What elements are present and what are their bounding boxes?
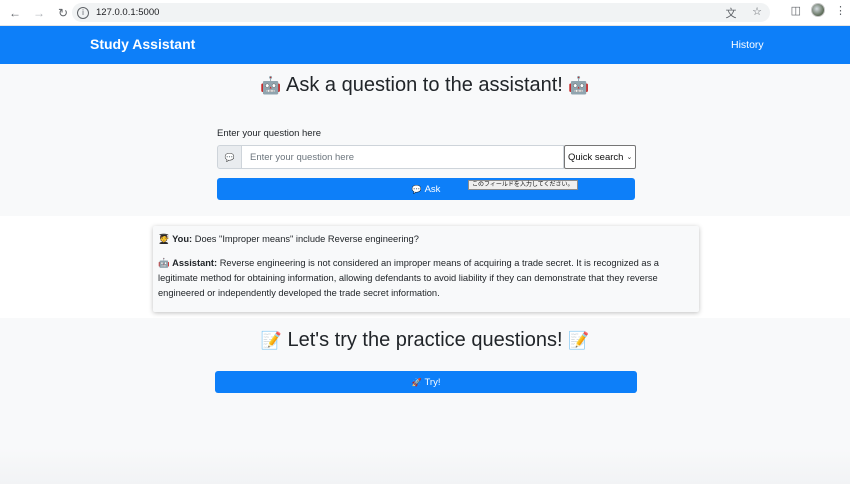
chevron-down-icon: ⌄ <box>626 154 633 161</box>
extensions-icon[interactable]: ◫ <box>791 4 801 17</box>
question-label: Enter your question here <box>217 128 322 139</box>
practice-heading: 📝 Let's try the practice questions! 📝 <box>0 329 850 352</box>
rocket-icon: 🚀 <box>411 377 422 387</box>
try-button[interactable]: 🚀 Try! <box>215 371 637 393</box>
user-message: 🧑‍🎓 You: Does "Improper means" include R… <box>158 232 694 247</box>
student-icon: 🧑‍🎓 <box>158 234 170 244</box>
menu-icon[interactable]: ⋮ <box>835 4 846 17</box>
url-text[interactable]: 127.0.0.1:5000 <box>96 7 159 18</box>
robot-icon: 🤖 <box>260 76 282 95</box>
user-message-text: Does "Improper means" include Reverse en… <box>194 234 419 244</box>
page-footer-area <box>0 448 850 484</box>
robot-icon: 🤖 <box>158 258 170 268</box>
forward-icon[interactable]: → <box>28 2 50 24</box>
speech-bubble-icon: 💬 <box>411 184 422 194</box>
memo-icon: 📝 <box>260 331 282 350</box>
app-navbar: Study Assistant History <box>0 26 850 64</box>
ask-heading-text: Ask a question to the assistant! <box>286 74 563 96</box>
history-link[interactable]: History <box>731 39 764 51</box>
try-button-label: Try! <box>424 376 441 388</box>
chat-card: 🧑‍🎓 You: Does "Improper means" include R… <box>153 226 699 312</box>
browser-toolbar: ← → ↻ i 127.0.0.1:5000 文 ☆ ◫ ⋮ <box>0 0 850 26</box>
user-label: You: <box>172 234 193 244</box>
search-mode-value: Quick search <box>568 151 624 163</box>
address-bar[interactable]: i 127.0.0.1:5000 文 ☆ <box>72 3 770 22</box>
robot-icon: 🤖 <box>568 76 590 95</box>
validation-tooltip: このフィールドを入力してください。 <box>468 180 578 190</box>
search-mode-select[interactable]: Quick search ⌄ <box>564 145 636 169</box>
question-input-group: 💬 Quick search ⌄ <box>217 145 636 169</box>
assistant-message: 🤖 Assistant: Reverse engineering is not … <box>158 256 694 301</box>
ask-button-label: Ask <box>424 183 441 195</box>
back-icon[interactable]: ← <box>4 2 26 24</box>
star-icon[interactable]: ☆ <box>750 5 764 21</box>
assistant-message-text: Reverse engineering is not considered an… <box>158 258 659 298</box>
assistant-label: Assistant: <box>172 258 218 268</box>
practice-heading-text: Let's try the practice questions! <box>287 329 563 351</box>
translate-icon[interactable]: 文 <box>724 5 738 21</box>
speech-bubble-icon: 💬 <box>217 145 242 169</box>
brand-link[interactable]: Study Assistant <box>90 36 195 52</box>
memo-icon: 📝 <box>568 331 590 350</box>
ask-heading: 🤖 Ask a question to the assistant! 🤖 <box>0 74 850 97</box>
profile-avatar[interactable] <box>811 3 825 17</box>
site-info-icon[interactable]: i <box>77 6 89 19</box>
reload-icon[interactable]: ↻ <box>52 2 74 24</box>
question-input[interactable] <box>242 145 564 169</box>
